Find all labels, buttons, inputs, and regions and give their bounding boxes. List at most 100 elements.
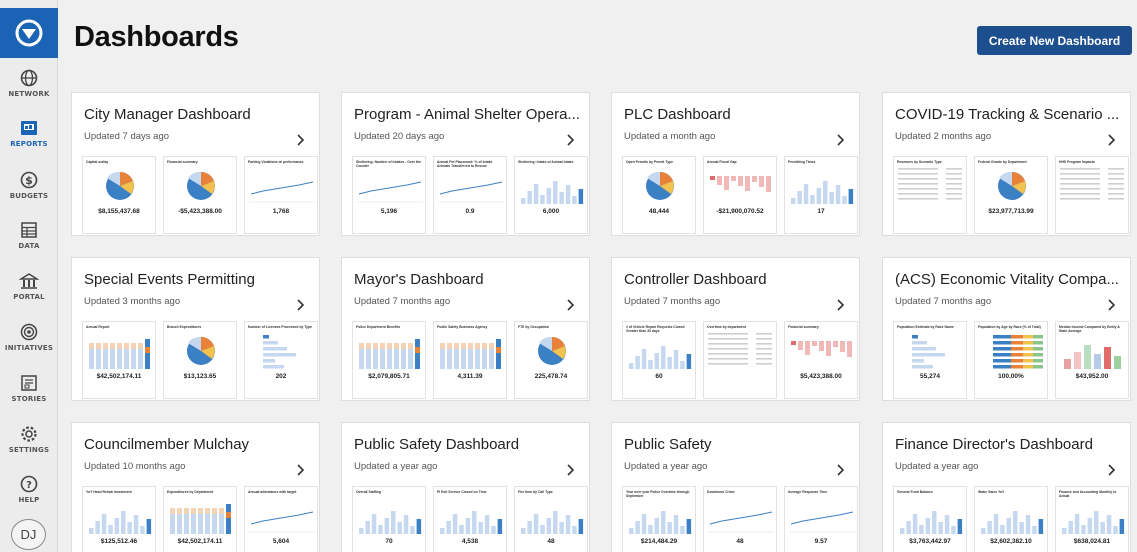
chevron-right-icon[interactable]	[1105, 463, 1119, 477]
sidebar-item-label: PORTAL	[13, 293, 45, 301]
tile-value: 225,478.74	[534, 373, 568, 380]
sidebar-item-label: DATA	[18, 242, 40, 250]
chevron-right-icon[interactable]	[834, 463, 848, 477]
chevron-right-icon[interactable]	[294, 133, 308, 147]
preview-tile: Permitting Times 17	[784, 156, 858, 234]
sidebar-item-help[interactable]: ? HELP	[0, 470, 58, 520]
card-preview: Police Department Benefits $2,079,805.71 P…	[352, 321, 589, 400]
user-avatar[interactable]: DJ	[11, 519, 46, 550]
preview-tile: Federal Grants by Department $23,977,713.…	[974, 156, 1048, 234]
card-updated-time: Updated a year ago	[624, 461, 708, 472]
dashboard-card[interactable]: PLC Dashboard Updated a month ago Open Per…	[611, 92, 860, 236]
sidebar-item-initiatives[interactable]: INITIATIVES	[0, 318, 58, 368]
dashboard-card[interactable]: Finance Director's Dashboard Updated a ye…	[882, 422, 1131, 552]
chevron-right-icon[interactable]	[294, 298, 308, 312]
card-title: Councilmember Mulchay	[84, 436, 250, 453]
tile-value: $5,423,388.00	[800, 373, 842, 380]
card-preview: Overall Staffing 70 PI Exit Service Closed…	[352, 486, 589, 552]
card-title: Special Events Permitting	[84, 271, 255, 288]
card-title: Controller Dashboard	[624, 271, 767, 288]
dashboard-card[interactable]: Mayor's Dashboard Updated 7 months ago Pol…	[341, 257, 590, 401]
sidebar-item-stories[interactable]: STORIES	[0, 369, 58, 419]
dashboard-card[interactable]: Public Safety Dashboard Updated a year ag…	[341, 422, 590, 552]
card-updated-time: Updated 7 months ago	[354, 296, 451, 307]
chevron-right-icon[interactable]	[1105, 298, 1119, 312]
dashboard-card[interactable]: Program - Animal Shelter Opera... Updated…	[341, 92, 590, 236]
tile-title: Expenditures by Department	[167, 490, 214, 494]
preview-tile: General Fund Balance $3,763,442.97	[893, 486, 967, 552]
dashboard-card[interactable]: Special Events Permitting Updated 3 month…	[71, 257, 320, 401]
tile-title: Population Estimate by Race Name	[897, 325, 954, 329]
app-logo[interactable]	[0, 8, 58, 58]
page-title: Dashboards	[74, 21, 239, 53]
sidebar-item-reports[interactable]: REPORTS	[0, 114, 58, 164]
sidebar-item-budgets[interactable]: $ BUDGETS	[0, 166, 58, 216]
tile-value: 70	[385, 538, 393, 545]
card-updated-time: Updated a year ago	[895, 461, 979, 472]
card-preview: Year over year Police Overtime through S…	[622, 486, 859, 552]
tile-value: $23,977,713.99	[988, 208, 1034, 215]
card-updated-time: Updated 2 months ago	[895, 131, 992, 142]
preview-tile: YoY Head Rehab Investment $125,512.46	[82, 486, 156, 552]
tile-value: 48,444	[649, 208, 669, 215]
card-preview: YoY Head Rehab Investment $125,512.46 Expe…	[82, 486, 319, 552]
svg-text:$: $	[25, 174, 33, 187]
tile-chart	[521, 511, 584, 534]
card-title: Public Safety Dashboard	[354, 436, 520, 453]
dashboard-card[interactable]: City Manager Dashboard Updated 7 days ago…	[71, 92, 320, 236]
card-updated-time: Updated 10 months ago	[84, 461, 186, 472]
preview-tile: Expenditures by Department $42,502,174.11	[163, 486, 237, 552]
sidebar-item-settings[interactable]: SETTINGS	[0, 420, 58, 470]
card-updated-time: Updated 7 months ago	[624, 296, 721, 307]
card-preview: Population Estimate by Race Name 55,274 Po…	[893, 321, 1130, 400]
dashboard-card[interactable]: (ACS) Economic Vitality Compa... Updated …	[882, 257, 1131, 401]
card-updated-time: Updated 7 months ago	[895, 296, 992, 307]
sidebar-item-data[interactable]: DATA	[0, 216, 58, 266]
chevron-right-icon[interactable]	[1105, 133, 1119, 147]
tile-value: 100.00%	[998, 373, 1024, 380]
tile-title: Fire Item by Call Type	[518, 490, 553, 494]
chevron-right-icon[interactable]	[294, 463, 308, 477]
tile-value: $43,952.00	[1075, 373, 1109, 380]
card-title: City Manager Dashboard	[84, 106, 251, 123]
card-preview: # of Vehicle Repair Requests Closed Grea…	[622, 321, 859, 400]
tile-value: $125,512.46	[100, 538, 138, 545]
preview-tile: Population by Age by Race (% of Total) 10…	[974, 321, 1048, 399]
preview-tile: Sheltering: Intake of Animal Intake 6,000	[514, 156, 588, 234]
sidebar-item-label: SETTINGS	[8, 446, 50, 454]
chevron-right-icon[interactable]	[564, 298, 578, 312]
dashboard-card[interactable]: Public Safety Updated a year ago Year over…	[611, 422, 860, 552]
preview-tile: HHS Program Impacts	[1055, 156, 1129, 234]
tile-value: $3,763,442.97	[909, 538, 951, 545]
chevron-right-icon[interactable]	[564, 133, 578, 147]
preview-tile: Open Permits by Permit Type 48,444	[622, 156, 696, 234]
card-updated-time: Updated 20 days ago	[354, 131, 445, 142]
tile-chart	[646, 171, 674, 200]
preview-tile: # of Vehicle Repair Requests Closed Grea…	[622, 321, 696, 399]
tile-chart	[912, 335, 945, 369]
tile-title: Permitting Times	[788, 160, 816, 164]
tile-title: Overtime by department	[707, 325, 747, 329]
chevron-right-icon[interactable]	[834, 298, 848, 312]
preview-tile: Downtown Crime 48	[703, 486, 777, 552]
tile-title: Population by Age by Race (% of Total)	[978, 325, 1041, 329]
preview-tile: Police Department Benefits $2,079,805.71	[352, 321, 426, 399]
tile-title: General Fund Balance	[897, 490, 933, 494]
chevron-right-icon[interactable]	[834, 133, 848, 147]
tile-title: Branch Expenditures	[167, 325, 202, 329]
create-new-dashboard-button[interactable]: Create New Dashboard	[977, 26, 1132, 55]
tile-title: Sheltering: Intake of Animal Intake	[518, 160, 574, 164]
tile-title: Open Permits by Permit Type	[626, 160, 674, 164]
tile-chart	[708, 333, 772, 365]
tile-chart	[89, 339, 150, 369]
preview-tile: Public Safety Business Agency 4,311.39	[433, 321, 507, 399]
dashboard-card[interactable]: Councilmember Mulchay Updated 10 months a…	[71, 422, 320, 552]
sidebar-item-portal[interactable]: PORTAL	[0, 267, 58, 317]
tile-chart	[106, 171, 134, 200]
dashboard-card[interactable]: COVID-19 Tracking & Scenario ... Updated …	[882, 92, 1131, 236]
dashboard-card[interactable]: Controller Dashboard Updated 7 months ago…	[611, 257, 860, 401]
preview-tile: Annual Fiscal Gap -$21,900,070.52	[703, 156, 777, 234]
card-preview: Open Permits by Permit Type 48,444 Annual …	[622, 156, 859, 235]
chevron-right-icon[interactable]	[564, 463, 578, 477]
sidebar-item-network[interactable]: NETWORK	[0, 64, 58, 114]
